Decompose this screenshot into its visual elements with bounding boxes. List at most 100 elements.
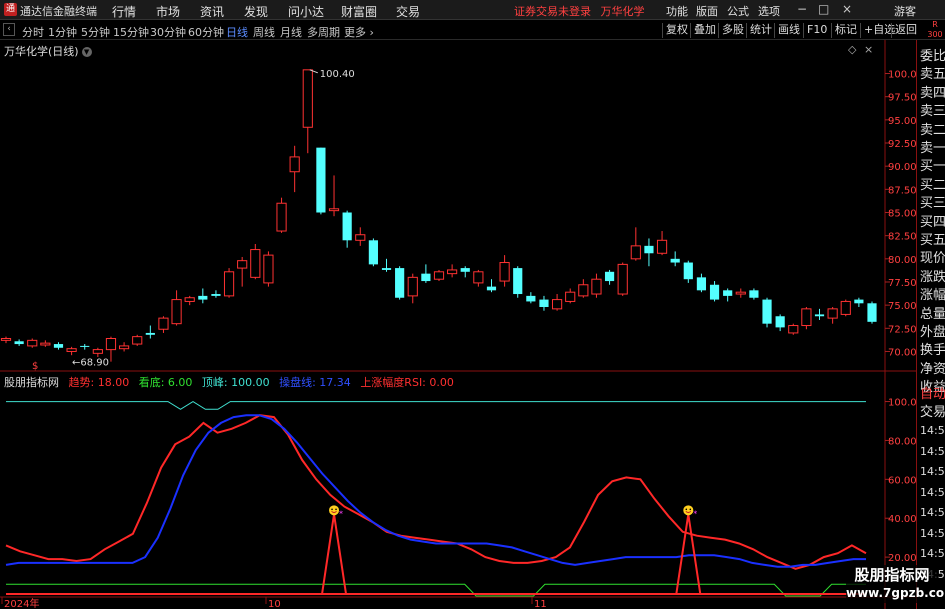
menu-item-shichang[interactable]: 市场 xyxy=(156,3,180,20)
menu-item-xuanxiang[interactable]: 选项 xyxy=(758,3,780,19)
return-button[interactable]: 返回 xyxy=(891,23,920,38)
menu-item-wenxiaoda[interactable]: 问小达 xyxy=(288,3,324,20)
candle-body xyxy=(53,344,64,348)
candle-body xyxy=(683,262,693,280)
side-item[interactable]: 总量 xyxy=(920,303,945,322)
candle-body xyxy=(355,234,366,241)
trade-time: 14:56 xyxy=(920,526,945,540)
menu-item-faxian[interactable]: 发现 xyxy=(244,3,268,20)
side-item[interactable]: 外盘 xyxy=(920,321,945,340)
side-item[interactable]: 买一 xyxy=(920,155,945,174)
side-item[interactable]: 卖二 xyxy=(920,119,945,138)
period-15min[interactable]: 15分钟 xyxy=(113,24,149,40)
overlay-button[interactable]: 叠加 xyxy=(690,23,719,38)
side-item[interactable]: 换手 xyxy=(920,339,945,358)
candle-body xyxy=(171,299,182,325)
chart-title[interactable]: 万华化学(日线) ▼ xyxy=(4,43,92,59)
candle xyxy=(539,295,549,311)
period-daily[interactable]: 日线 xyxy=(226,24,248,40)
side-item[interactable]: 卖一 xyxy=(920,137,945,156)
period-60min[interactable]: 60分钟 xyxy=(188,24,224,40)
candle xyxy=(421,264,431,283)
period-30min[interactable]: 30分钟 xyxy=(150,24,186,40)
candle xyxy=(0,336,12,344)
close-pane-icon[interactable]: × xyxy=(864,43,873,56)
candle xyxy=(551,294,563,311)
login-status[interactable]: 证券交易未登录 万华化学 xyxy=(514,3,645,19)
candle xyxy=(237,256,248,287)
mark-button[interactable]: 标记 xyxy=(831,23,860,38)
period-fenshi[interactable]: 分时 xyxy=(22,24,44,40)
auto-trade-item[interactable]: 自动 xyxy=(920,383,945,402)
candle xyxy=(158,316,169,333)
candle-body xyxy=(499,262,510,282)
menu-item-hangqing[interactable]: 行情 xyxy=(112,3,136,20)
menu-item-gongneng[interactable]: 功能 xyxy=(666,3,688,19)
menu-item-jiaoyi[interactable]: 交易 xyxy=(396,3,420,20)
maximize-icon[interactable]: □ xyxy=(818,2,829,16)
trade-time: 14:56 xyxy=(920,424,945,437)
fuquan-button[interactable]: 复权 xyxy=(662,23,691,38)
app-title: 通达信金融终端 xyxy=(20,5,97,18)
side-item[interactable]: 卖五 xyxy=(920,63,945,82)
candle-body xyxy=(709,284,720,300)
candle xyxy=(211,290,221,298)
side-item[interactable]: 买三 xyxy=(920,192,945,211)
menu-item-caifuquan[interactable]: 财富圈 xyxy=(341,3,377,20)
side-item[interactable]: 净资 xyxy=(920,358,945,377)
period-weekly[interactable]: 周线 xyxy=(253,24,275,40)
period-more[interactable]: 更多 › xyxy=(344,24,374,40)
period-multi[interactable]: 多周期 xyxy=(307,24,340,40)
auto-trade-item[interactable]: 交易 xyxy=(920,401,945,420)
candle xyxy=(473,269,484,287)
period-5min[interactable]: 5分钟 xyxy=(81,24,110,40)
f10-button[interactable]: F10 xyxy=(803,23,830,38)
candle xyxy=(735,288,746,298)
multi-stock-button[interactable]: 多股 xyxy=(718,23,747,38)
candle xyxy=(223,268,235,298)
period-1min[interactable]: 1分钟 xyxy=(48,24,77,40)
back-arrow-icon[interactable]: ‹ xyxy=(3,23,15,36)
side-item[interactable]: 买四 xyxy=(920,211,945,230)
smiley-star: * xyxy=(339,509,343,518)
login-status-text: 证券交易未登录 xyxy=(514,5,591,18)
menu-item-gongshi[interactable]: 公式 xyxy=(727,3,749,19)
indicator-title[interactable]: 股朋指标网 趋势: 18.00 看底: 6.00 顶峰: 100.00 操盘线:… xyxy=(4,374,460,390)
candle xyxy=(670,251,680,267)
stats-button[interactable]: 统计 xyxy=(746,23,775,38)
side-item[interactable]: 卖四 xyxy=(920,82,945,101)
guest-login[interactable]: 游客 xyxy=(894,3,916,19)
candle xyxy=(499,255,510,287)
side-item[interactable]: 买五 xyxy=(920,229,945,248)
trade-time: 14:56 xyxy=(920,506,945,519)
close-icon[interactable]: × xyxy=(842,2,852,16)
side-item[interactable]: 卖三 xyxy=(920,100,945,119)
marker-s: $ xyxy=(32,361,38,372)
candle-body xyxy=(486,286,497,291)
candle xyxy=(513,266,523,298)
draw-line-button[interactable]: 画线 xyxy=(774,23,803,38)
candle-body xyxy=(565,291,576,302)
side-item[interactable]: 委比 xyxy=(920,45,945,64)
period-toolbar: ‹ 分时 1分钟 5分钟 15分钟 30分钟 60分钟 日线 周线 月线 多周期… xyxy=(0,20,945,40)
candle xyxy=(604,269,615,285)
menu-item-zixun[interactable]: 资讯 xyxy=(200,3,224,20)
chevron-down-icon[interactable]: ▼ xyxy=(81,47,92,57)
menu-item-banmian[interactable]: 版面 xyxy=(696,3,718,19)
minimize-icon[interactable]: − xyxy=(797,2,807,16)
candle-body xyxy=(526,295,536,302)
settings-diamond-icon[interactable]: ◇ xyxy=(848,43,856,56)
candle-body xyxy=(630,245,641,260)
kline-chart[interactable]: 100.0 97.50 95.00 92.50 90.00 87.50 85.00 82.50… xyxy=(0,40,916,609)
side-item[interactable]: 涨幅 xyxy=(920,284,945,303)
price-axis: 100.0 97.50 95.00 92.50 90.00 87.50 85.00 82.50… xyxy=(885,70,916,358)
period-monthly[interactable]: 月线 xyxy=(280,24,302,40)
side-item[interactable]: 现价 xyxy=(920,247,945,266)
candle xyxy=(565,288,576,304)
side-item[interactable]: 买二 xyxy=(920,174,945,193)
date-axis: 2024年 10 11 xyxy=(1,597,547,609)
candle-body xyxy=(223,271,235,297)
candle xyxy=(14,339,24,346)
price-tick-label: 97.50 xyxy=(888,93,916,104)
side-item[interactable]: 涨跌 xyxy=(920,266,945,285)
